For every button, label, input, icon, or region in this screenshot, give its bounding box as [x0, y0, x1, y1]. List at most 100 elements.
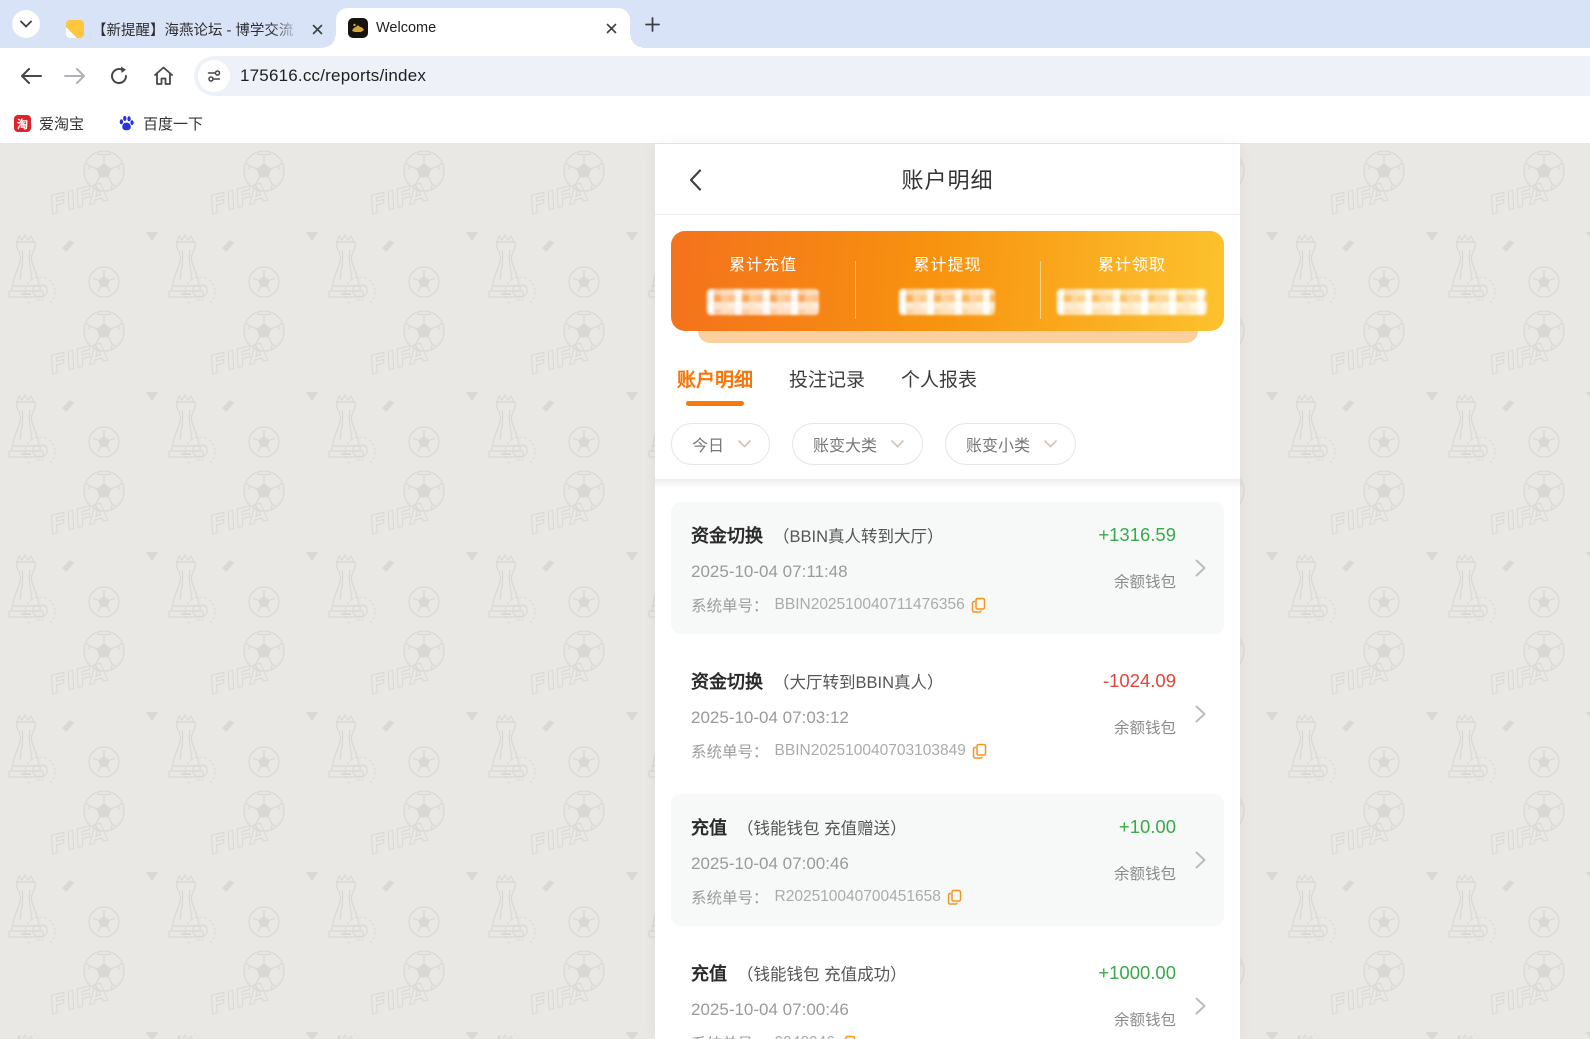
reload-icon [111, 66, 128, 85]
bookmark-aitaobao[interactable]: 淘 爱淘宝 [14, 113, 84, 134]
account-detail-panel: 账户明细 累计充值 累计提现 累计领取 账户明细 投注记录 个人报表 今日 账变… [655, 144, 1240, 1039]
transaction-row[interactable]: 充值 （钱能钱包 充值赠送） 2025-10-04 07:00:46 系统单号：… [671, 794, 1224, 926]
active-tab-underline [686, 401, 744, 406]
filter-label: 今日 [692, 438, 725, 455]
home-button[interactable] [146, 59, 180, 93]
url-text[interactable]: 175616.cc/reports/index [240, 66, 426, 86]
taobao-icon: 淘 [14, 115, 31, 132]
stat-total-claimed: 累计领取 [1039, 247, 1224, 319]
tab-label: 账户明细 [677, 370, 754, 391]
chevron-down-icon [1044, 440, 1057, 448]
reload-button[interactable] [102, 59, 136, 93]
tune-icon [207, 70, 221, 82]
chevron-down-icon [738, 440, 751, 448]
txn-wallet: 余额钱包 [1113, 866, 1176, 883]
tab-personal-report[interactable]: 个人报表 [899, 363, 979, 406]
bookmark-baidu[interactable]: 百度一下 [118, 113, 203, 134]
order-label: 系统单号： [691, 890, 769, 907]
tab-close-button[interactable] [602, 19, 620, 37]
close-icon [312, 24, 322, 34]
browser-tab-forum[interactable]: 【新提醒】海燕论坛 - 博学交流 [54, 10, 336, 48]
filter-minor-category-dropdown[interactable]: 账变小类 [945, 423, 1077, 465]
tab-label: 投注记录 [789, 370, 866, 391]
filter-date-dropdown[interactable]: 今日 [671, 423, 771, 465]
browser-toolbar: 175616.cc/reports/index [0, 48, 1590, 104]
txn-subtype: （钱能钱包 充值成功） [737, 966, 907, 984]
transaction-row[interactable]: 充值 （钱能钱包 充值成功） 2025-10-04 07:00:46 系统单号：… [671, 940, 1224, 1039]
copy-icon[interactable] [841, 1035, 856, 1039]
txn-amount: +10.00 [1118, 816, 1176, 837]
address-bar[interactable]: 175616.cc/reports/index [194, 56, 1590, 96]
totals-card: 累计充值 累计提现 累计领取 [671, 231, 1224, 331]
back-button[interactable] [683, 168, 707, 192]
order-number: BBIN202510040711476356 [774, 596, 965, 613]
chevron-right-icon [1195, 705, 1206, 723]
txn-type: 充值 [691, 964, 727, 984]
stat-label: 累计领取 [1097, 257, 1166, 274]
order-number: R202510040700451658 [774, 888, 941, 905]
chevron-down-icon [891, 440, 904, 448]
order-label: 系统单号： [691, 744, 769, 761]
txn-type: 充值 [691, 818, 727, 838]
stat-total-deposit: 累计充值 [671, 247, 855, 315]
filter-major-category-dropdown[interactable]: 账变大类 [792, 423, 924, 465]
txn-subtype: （大厅转到BBIN真人） [773, 674, 944, 692]
txn-subtype: （钱能钱包 充值赠送） [737, 820, 907, 838]
txn-subtype: （BBIN真人转到大厅） [773, 528, 944, 546]
stat-value-blurred [1056, 289, 1207, 315]
filter-row: 今日 账变大类 账变小类 [655, 423, 1240, 465]
page-content: FIFA [0, 144, 1590, 1039]
site-settings-button[interactable] [198, 60, 230, 92]
tab-label: 个人报表 [901, 370, 978, 391]
txn-wallet: 余额钱包 [1113, 720, 1176, 737]
txn-amount: -1024.09 [1102, 670, 1176, 691]
tab-search-button[interactable] [12, 10, 40, 38]
list-top-shadow [655, 479, 1240, 488]
order-label: 系统单号： [691, 598, 769, 615]
chevron-right-icon [1195, 559, 1206, 577]
transaction-row[interactable]: 资金切换 （大厅转到BBIN真人） 2025-10-04 07:03:12 系统… [671, 648, 1224, 780]
stat-label: 累计提现 [913, 257, 982, 274]
txn-type: 资金切换 [691, 672, 763, 692]
back-button[interactable] [14, 59, 48, 93]
filter-label: 账变大类 [813, 438, 878, 455]
txn-amount: +1316.59 [1098, 524, 1176, 545]
stat-total-withdraw: 累计提现 [855, 247, 1039, 319]
order-label: 系统单号： [691, 1032, 769, 1039]
stat-value-blurred [707, 289, 820, 315]
tab-title: Welcome [376, 20, 437, 36]
tab-bet-records[interactable]: 投注记录 [787, 363, 867, 406]
copy-icon[interactable] [947, 889, 962, 905]
transaction-row[interactable]: 资金切换 （BBIN真人转到大厅） 2025-10-04 07:11:48 系统… [671, 502, 1224, 634]
browser-tab-welcome[interactable]: Welcome [324, 8, 642, 48]
bookmark-label: 百度一下 [143, 116, 204, 133]
bookmarks-bar: 淘 爱淘宝 百度一下 [0, 104, 1590, 144]
filter-label: 账变小类 [966, 438, 1031, 455]
stat-label: 累计充值 [729, 257, 798, 274]
txn-type: 资金切换 [691, 526, 763, 546]
plus-icon [644, 16, 660, 32]
browser-tab-strip: 【新提醒】海燕论坛 - 博学交流 Welcome [0, 0, 1590, 48]
panel-header: 账户明细 [655, 144, 1240, 215]
back-icon [21, 68, 42, 84]
txn-amount: +1000.00 [1098, 962, 1176, 983]
baidu-paw-icon [119, 115, 134, 131]
txn-wallet: 余额钱包 [1113, 1012, 1176, 1029]
new-tab-button[interactable] [638, 10, 666, 38]
forward-icon [64, 68, 85, 84]
totals-card-shadow [697, 331, 1198, 343]
chevron-right-icon [1195, 997, 1206, 1015]
bookmark-label: 爱淘宝 [39, 116, 85, 133]
tab-title: 【新提醒】海燕论坛 - 博学交流 [92, 18, 300, 40]
page-title: 账户明细 [901, 168, 994, 193]
tab-account-detail[interactable]: 账户明细 [675, 363, 755, 406]
chevron-right-icon [1195, 851, 1206, 869]
chevron-down-icon [20, 20, 32, 28]
order-number: BBIN202510040703103849 [774, 742, 966, 759]
txn-wallet: 余额钱包 [1113, 574, 1176, 591]
section-tabs: 账户明细 投注记录 个人报表 [655, 363, 1240, 406]
copy-icon[interactable] [971, 597, 986, 613]
close-icon [606, 23, 616, 33]
copy-icon[interactable] [972, 743, 987, 759]
forward-button[interactable] [58, 59, 92, 93]
